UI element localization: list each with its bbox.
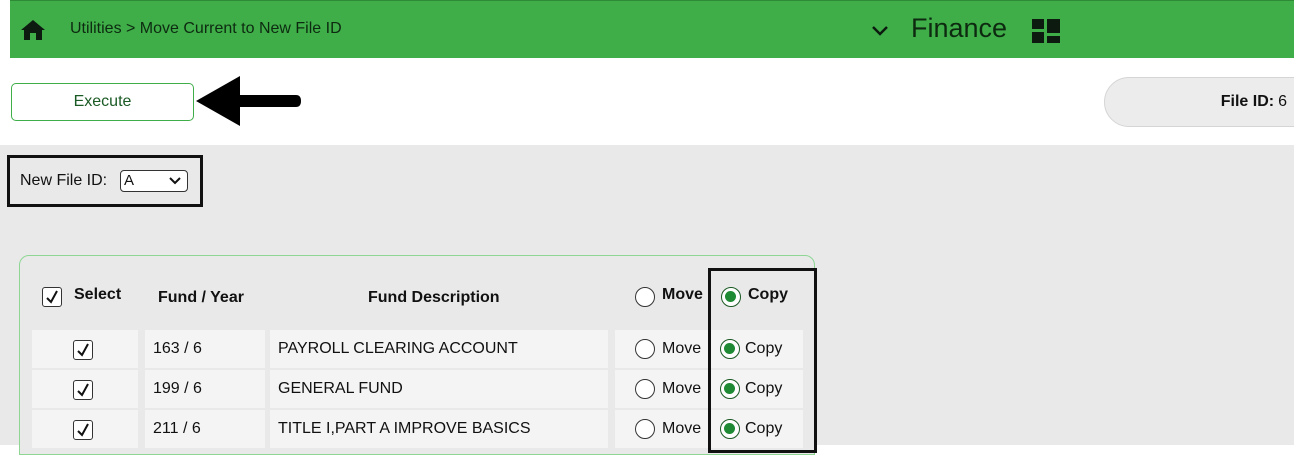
move-label: Move (662, 380, 702, 397)
fund-description-cell: TITLE I,PART A IMPROVE BASICS (270, 410, 608, 448)
copy-header-label: Copy (748, 286, 788, 303)
copy-radio[interactable] (720, 339, 740, 359)
copy-radio[interactable] (720, 379, 740, 399)
new-file-id-select[interactable]: A (120, 170, 188, 192)
fund-year-cell: 199 / 6 (145, 370, 265, 408)
top-bar: Utilities > Move Current to New File ID … (10, 0, 1294, 58)
row-select-checkbox[interactable] (73, 380, 93, 400)
move-radio[interactable] (635, 419, 655, 439)
move-label: Move (662, 420, 702, 437)
chevron-down-icon (169, 177, 181, 185)
chevron-down-icon[interactable] (870, 23, 890, 39)
fund-year-header: Fund / Year (158, 289, 244, 306)
move-radio[interactable] (635, 379, 655, 399)
check-icon (77, 343, 89, 357)
file-id-label: File ID: (1220, 93, 1275, 110)
select-header: Select (74, 286, 122, 303)
fund-year-cell: 211 / 6 (145, 410, 265, 448)
grid-icon[interactable] (1031, 18, 1061, 44)
row-select-checkbox[interactable] (73, 420, 93, 440)
move-header-label: Move (662, 286, 703, 303)
file-id-display: File ID: 6 (1104, 77, 1294, 127)
fund-description-cell: GENERAL FUND (270, 370, 608, 408)
copy-all-radio[interactable] (721, 287, 741, 307)
copy-label: Copy (745, 340, 783, 357)
copy-label: Copy (745, 380, 783, 397)
row-select-checkbox[interactable] (73, 340, 93, 360)
module-name[interactable]: Finance (911, 13, 1007, 44)
move-all-radio[interactable] (635, 287, 655, 307)
check-icon (77, 383, 89, 397)
move-radio[interactable] (635, 339, 655, 359)
copy-label: Copy (745, 420, 783, 437)
copy-radio[interactable] (720, 419, 740, 439)
fund-description-header: Fund Description (368, 289, 500, 306)
move-label: Move (662, 340, 702, 357)
home-icon[interactable] (20, 19, 46, 41)
check-icon (46, 290, 58, 304)
breadcrumb[interactable]: Utilities > Move Current to New File ID (70, 20, 342, 38)
callout-arrow-icon (196, 76, 301, 126)
select-all-checkbox[interactable] (42, 287, 62, 307)
new-file-id-label: New File ID: (20, 172, 108, 189)
file-id-value: 6 (1278, 93, 1287, 110)
execute-button[interactable]: Execute (11, 83, 194, 121)
new-file-id-value: A (124, 172, 135, 189)
fund-description-cell: PAYROLL CLEARING ACCOUNT (270, 330, 608, 368)
check-icon (77, 423, 89, 437)
fund-year-cell: 163 / 6 (145, 330, 265, 368)
